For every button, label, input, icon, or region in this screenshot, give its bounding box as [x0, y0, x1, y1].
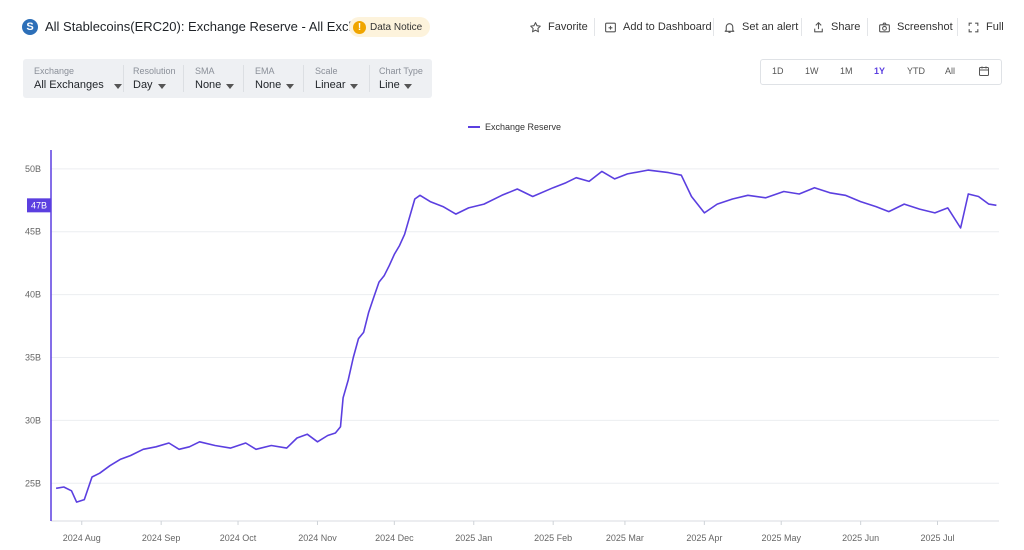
y-tick-label: 30B — [25, 415, 41, 425]
y-tick-label: 25B — [25, 478, 41, 488]
x-tick-label: 2025 Feb — [534, 533, 572, 543]
x-tick-label: 2025 Jun — [842, 533, 879, 543]
exchange-reserve-chart[interactable]: 25B 30B 35B 40B 45B 50B 2024 Aug 2024 Sep 2024 O… — [0, 0, 1024, 550]
x-tick-label: 2024 Nov — [298, 533, 337, 543]
y-tick-label: 35B — [25, 353, 41, 363]
x-tick-label: 2025 Jan — [455, 533, 492, 543]
x-tick-label: 2024 Aug — [63, 533, 101, 543]
y-tick-label: 50B — [25, 164, 41, 174]
x-tick-label: 2025 Mar — [606, 533, 644, 543]
x-tick-label: 2025 Apr — [686, 533, 722, 543]
x-tick-label: 2024 Dec — [375, 533, 414, 543]
x-tick-label: 2024 Oct — [220, 533, 257, 543]
exchange-reserve-line — [55, 169, 997, 503]
y-tick-label: 45B — [25, 227, 41, 237]
y-tick-label: 40B — [25, 290, 41, 300]
current-value-label: 47B — [31, 200, 47, 210]
x-tick-label: 2024 Sep — [142, 533, 181, 543]
x-tick-label: 2025 Jul — [920, 533, 954, 543]
x-tick-label: 2025 May — [761, 533, 801, 543]
